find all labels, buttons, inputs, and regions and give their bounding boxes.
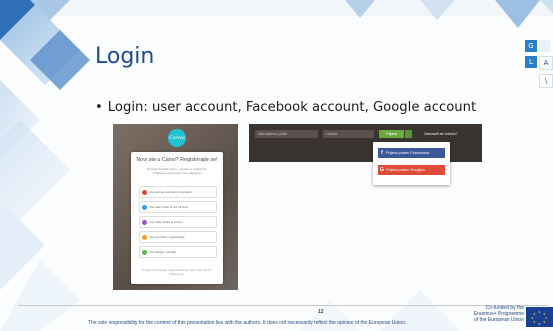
- personal-icon: [142, 189, 147, 195]
- education-icon: [142, 249, 147, 255]
- slide-background-shapes: [0, 0, 553, 331]
- bullet-text: Login: user account, Facebook account, G…: [107, 100, 477, 115]
- canva-option-label: Za učitelje i učenike: [150, 250, 177, 254]
- canva-option-5[interactable]: Za učitelje i učenike: [139, 246, 217, 258]
- canva-signup-screenshot: Canva Novi ste u Canvi? Registrirajte se…: [113, 124, 238, 290]
- email-field[interactable]: Vaša adresa e-pošte: [255, 130, 318, 138]
- bullet-dot: •: [95, 100, 103, 115]
- corner-tile-a: A: [539, 56, 553, 70]
- team-icon: [142, 219, 147, 225]
- canva-card-footer: Prijavom prihvaćate Uvjete korištenja. V…: [142, 268, 212, 276]
- canva-option-label: Za male tvrtke ili rad od kuće: [150, 205, 189, 209]
- canva-option-1[interactable]: Za osobnu upotrebu ili za školu: [139, 186, 217, 198]
- canva-card-subtitle: Da biste koristili Canvu, morate se regi…: [146, 167, 208, 175]
- canva-option-label: Za velike tvrtke ili timove: [150, 220, 183, 224]
- canva-logo: Canva: [168, 129, 186, 147]
- google-login-button[interactable]: G Prijava putem Googlea: [378, 165, 445, 175]
- canva-option-label: Za osobnu upotrebu ili za školu: [150, 190, 192, 194]
- canva-signup-card: Novi ste u Canvi? Registrirajte se! Da b…: [131, 152, 223, 284]
- bullet-item: • Login: user account, Facebook account, …: [95, 100, 476, 115]
- corner-tile-slash: \: [539, 74, 553, 88]
- canva-card-title: Novi ste u Canvi? Registrirajte se!: [136, 157, 218, 163]
- facebook-login-button[interactable]: f Prijava putem Facebooka: [378, 148, 445, 158]
- forgot-password-link[interactable]: Zaboravili ste lozinku?: [424, 130, 458, 138]
- eu-flag-icon: ★ ★ ★ ★ ★ ★ ★ ★: [526, 307, 553, 327]
- page-number: 12: [318, 309, 324, 315]
- cofunded-text: Co-funded by the Erasmus+ Programme of t…: [472, 305, 524, 323]
- nonprofit-icon: [142, 234, 147, 240]
- password-field[interactable]: Lozinka: [323, 130, 374, 138]
- business-icon: [142, 204, 147, 210]
- facebook-login-label: Prijava putem Facebooka: [386, 151, 430, 155]
- facebook-icon: f: [381, 150, 383, 156]
- login-options-dropdown: f Prijava putem Facebooka G Prijava putem …: [373, 142, 450, 185]
- slide: G L A \ Login • Login: user account, Face…: [0, 0, 553, 331]
- google-login-label: Prijava putem Googlea: [386, 168, 425, 172]
- canva-option-4[interactable]: Za neprofitne organizacije: [139, 231, 217, 243]
- corner-tile-g: G: [525, 40, 537, 52]
- canva-option-2[interactable]: Za male tvrtke ili rad od kuće: [139, 201, 217, 213]
- google-icon: G: [380, 167, 384, 173]
- slide-title: Login: [95, 44, 155, 69]
- login-button[interactable]: Prijava: [379, 130, 404, 138]
- corner-tile-l: L: [525, 56, 537, 68]
- corner-tile-blank: [539, 40, 551, 52]
- canva-option-3[interactable]: Za velike tvrtke ili timove: [139, 216, 217, 228]
- eu-disclaimer: The sole responsibility for the content …: [88, 320, 407, 326]
- canva-option-label: Za neprofitne organizacije: [150, 235, 185, 239]
- footer-divider: [18, 305, 548, 306]
- cofunded-line-3: of the European Union: [473, 317, 524, 323]
- chevron-down-icon[interactable]: [405, 130, 412, 138]
